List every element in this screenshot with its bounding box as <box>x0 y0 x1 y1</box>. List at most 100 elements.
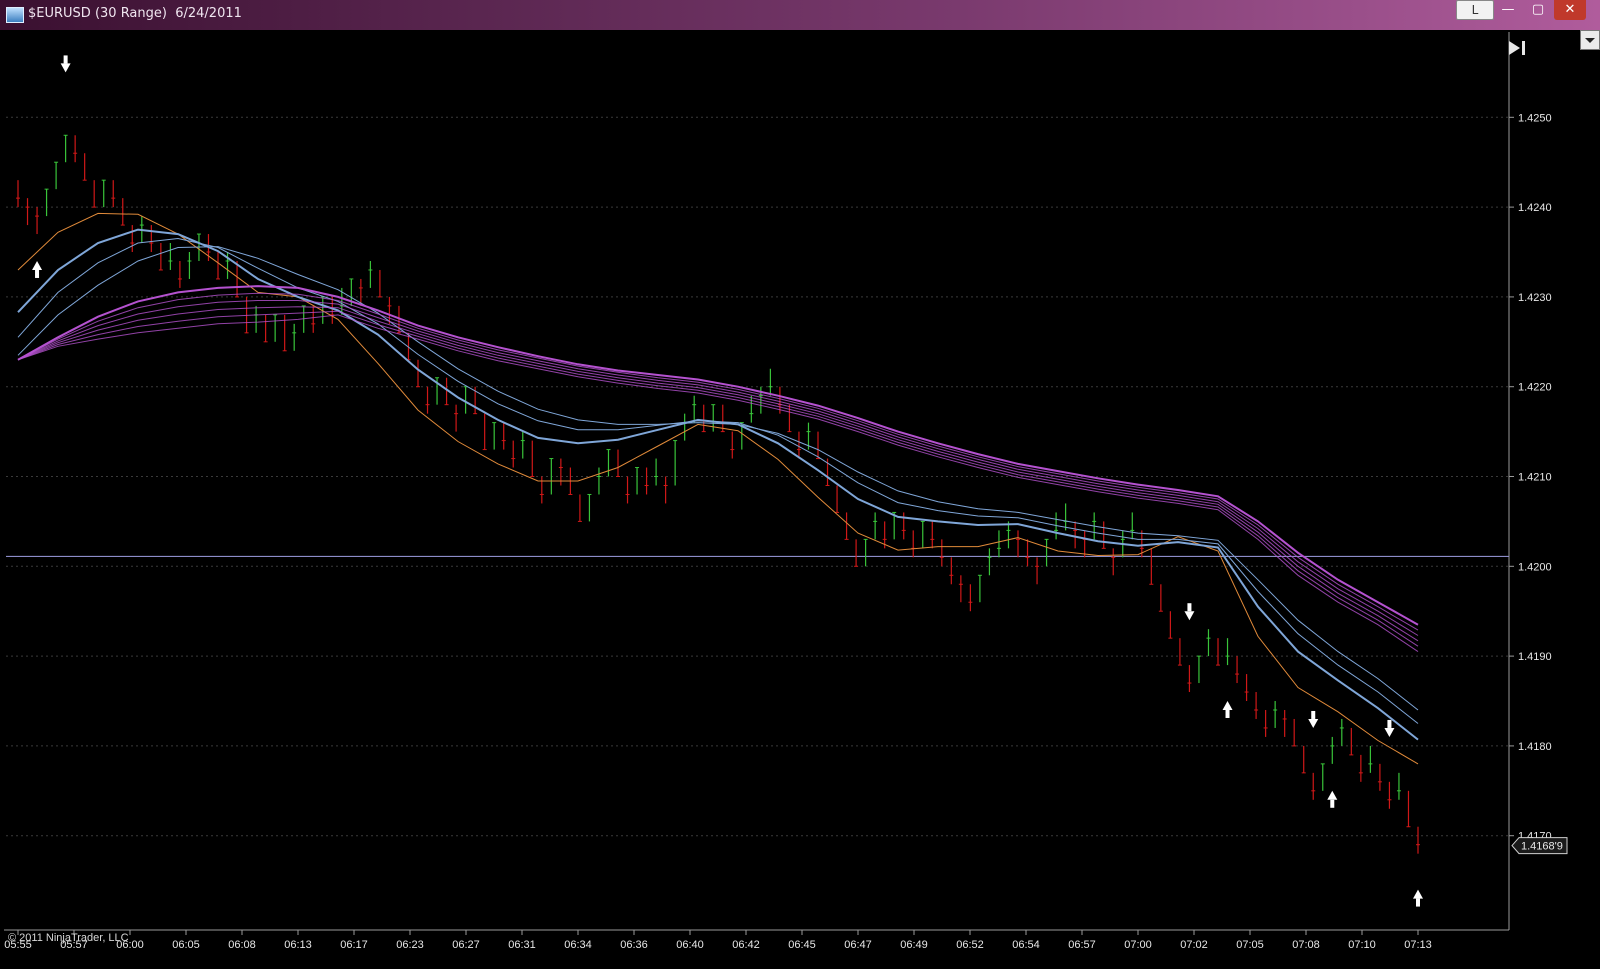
x-tick-label: 07:05 <box>1236 939 1264 951</box>
price-bar <box>73 135 78 163</box>
price-bar <box>1225 638 1230 666</box>
price-bar <box>663 476 668 504</box>
sell-arrow-icon <box>1311 710 1316 719</box>
x-tick-label: 07:10 <box>1348 939 1376 951</box>
price-bar <box>1263 709 1268 737</box>
buy-arrow-icon <box>1330 799 1335 808</box>
y-tick-label: 1.4250 <box>1518 112 1552 124</box>
close-button[interactable]: ✕ <box>1554 0 1586 20</box>
price-bar <box>482 413 487 451</box>
price-bar <box>187 252 192 279</box>
price-bar <box>63 134 68 163</box>
x-tick-label: 07:00 <box>1124 939 1152 951</box>
price-bar <box>1311 772 1316 800</box>
scroll-to-end-button[interactable] <box>1506 38 1530 58</box>
x-tick-label: 06:17 <box>340 939 368 951</box>
price-bar <box>1254 692 1259 719</box>
price-bar <box>1206 629 1211 657</box>
price-bar <box>816 431 820 460</box>
buy-arrow-icon <box>1225 709 1230 718</box>
price-bar <box>635 467 640 495</box>
price-bar <box>1368 745 1373 773</box>
price-bar <box>416 359 420 388</box>
chart-panel[interactable]: 1.4250 1.4240 1.4230 1.4220 1.4210 1.4200 1.41… <box>4 32 1594 968</box>
minimize-button[interactable]: — <box>1494 0 1522 20</box>
sell-arrow-icon <box>1187 603 1192 612</box>
x-tick-label: 07:02 <box>1180 939 1208 951</box>
window-title: $EURUSD (30 Range) 6/24/2011 <box>28 6 242 21</box>
price-bar <box>263 314 268 343</box>
price-bar <box>1416 826 1420 854</box>
sell-arrow-icon <box>63 55 68 64</box>
price-bar <box>1168 611 1173 639</box>
sell-arrow-icon <box>1308 718 1319 728</box>
price-bar <box>1339 718 1344 746</box>
price-bar <box>1216 638 1220 666</box>
x-tick-label: 06:27 <box>452 939 480 951</box>
x-tick-label: 06:23 <box>396 939 424 951</box>
price-bar <box>292 323 297 351</box>
price-bar <box>596 467 601 495</box>
price-bar <box>873 512 878 540</box>
price-bar <box>1158 584 1163 612</box>
price-bar <box>101 179 106 208</box>
price-chart[interactable]: 1.4250 1.4240 1.4230 1.4220 1.4210 1.4200 1.41… <box>4 32 1594 968</box>
price-bar <box>511 440 516 468</box>
ema-series-line <box>17 285 1419 626</box>
price-bar <box>1292 718 1297 747</box>
price-bar <box>1358 754 1363 782</box>
price-bar <box>711 404 716 432</box>
x-tick-label: 06:40 <box>676 939 704 951</box>
price-bar <box>911 530 916 558</box>
price-bar <box>1187 665 1192 693</box>
price-bar <box>368 260 373 288</box>
price-bar <box>673 440 678 486</box>
ema-series-line <box>17 292 1419 631</box>
y-tick-label: 1.4210 <box>1518 472 1552 484</box>
x-tick-label: 06:36 <box>620 939 648 951</box>
price-bar <box>682 413 687 441</box>
x-tick-label: 06:42 <box>732 939 760 951</box>
price-bar <box>492 422 497 450</box>
price-bar <box>273 314 278 342</box>
price-bar <box>1044 538 1049 567</box>
price-bar <box>854 539 859 567</box>
y-tick-label: 1.4230 <box>1518 292 1552 304</box>
price-bar <box>1082 530 1087 558</box>
price-bar <box>730 431 735 459</box>
price-bar <box>16 180 20 208</box>
price-bar <box>625 476 630 504</box>
price-bar <box>720 404 725 433</box>
price-bar <box>1025 539 1030 567</box>
scroll-to-end-icon <box>1509 41 1525 55</box>
x-tick-label: 06:47 <box>844 939 872 951</box>
sell-arrow-icon <box>1387 719 1392 728</box>
ema-series-line <box>17 212 1419 765</box>
price-bar <box>949 557 954 585</box>
price-bar <box>1063 503 1068 531</box>
price-bar <box>25 198 30 226</box>
price-bar <box>987 548 992 576</box>
price-bar <box>330 296 335 324</box>
link-button[interactable]: L <box>1456 0 1494 20</box>
price-bar <box>1006 521 1011 549</box>
price-bar <box>1235 656 1240 684</box>
x-tick-label: 07:13 <box>1404 939 1432 951</box>
price-bar <box>1130 512 1135 540</box>
copyright-text: © 2011 NinjaTrader, LLC <box>8 932 129 944</box>
maximize-button[interactable]: ▢ <box>1524 0 1552 20</box>
price-bar <box>996 530 1001 558</box>
buy-arrow-icon <box>1327 790 1338 800</box>
price-bar <box>158 243 163 271</box>
price-bar <box>692 395 697 423</box>
sell-arrow-icon <box>60 63 71 73</box>
price-bar <box>616 449 620 478</box>
price-bar <box>254 305 259 333</box>
window-titlebar: $EURUSD (30 Range) 6/24/2011 L — ▢ ✕ <box>0 0 1600 30</box>
price-bar <box>796 431 801 459</box>
price-bar <box>958 575 963 603</box>
price-bar <box>149 225 154 253</box>
x-tick-label: 06:49 <box>900 939 928 951</box>
price-bar <box>82 153 87 181</box>
buy-arrow-icon <box>35 269 40 278</box>
